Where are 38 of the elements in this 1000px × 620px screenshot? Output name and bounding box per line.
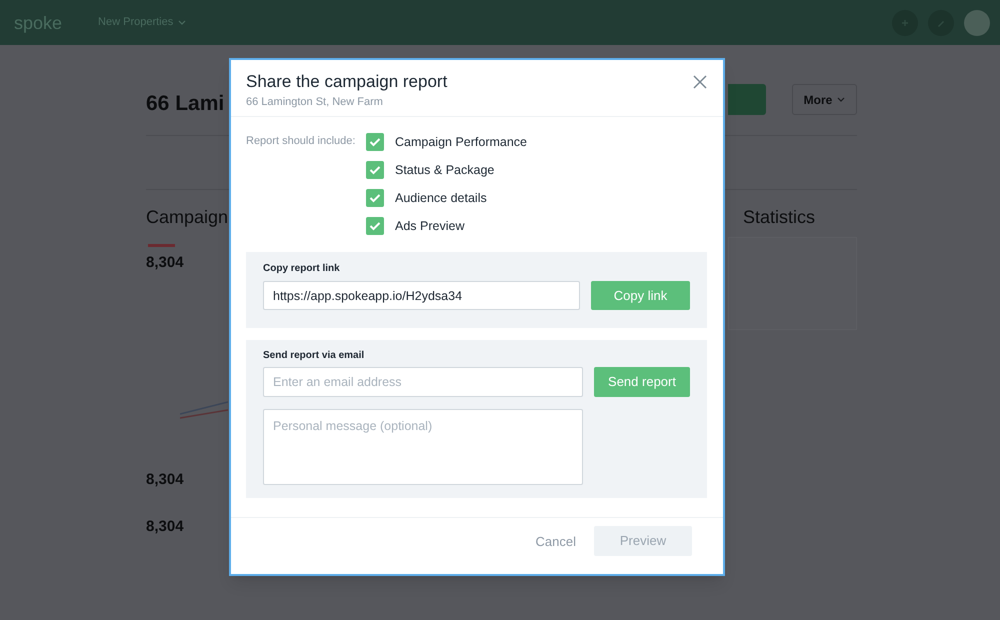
checkbox[interactable] xyxy=(366,161,384,179)
copy-link-button[interactable]: Copy link xyxy=(591,281,690,310)
caret-icon xyxy=(178,20,186,25)
email-field[interactable]: Enter an email address xyxy=(263,367,583,397)
checkbox[interactable] xyxy=(366,189,384,207)
checkbox[interactable] xyxy=(366,217,384,235)
line-chart-drawing xyxy=(180,400,228,420)
dialog-title: Share the campaign report xyxy=(246,71,448,93)
avatar-icon[interactable] xyxy=(964,10,990,36)
more-button[interactable]: More xyxy=(792,84,857,115)
close-icon[interactable] xyxy=(693,75,707,89)
section-heading: Statistics xyxy=(743,206,816,228)
field-label: Send report via email xyxy=(263,349,364,363)
checkmark-icon xyxy=(369,165,381,175)
metric-value: 8,304 xyxy=(146,471,184,489)
option-label: Ads Preview xyxy=(395,218,464,235)
legend-line xyxy=(148,244,175,247)
checkbox[interactable] xyxy=(366,133,384,151)
send-report-button[interactable]: Send report xyxy=(594,367,690,397)
plus-icon[interactable] xyxy=(892,10,918,36)
checkmark-icon xyxy=(369,193,381,203)
message-field[interactable]: Personal message (optional) xyxy=(263,409,583,485)
pencil-icon[interactable] xyxy=(928,10,954,36)
page-title: 66 Lami xyxy=(146,91,224,117)
option-label: Audience details xyxy=(395,190,487,207)
caret-icon xyxy=(837,97,846,102)
metric-value: 8,304 xyxy=(146,518,184,536)
checkmark-icon xyxy=(369,137,381,147)
option-label: Campaign Performance xyxy=(395,134,528,151)
checkmark-icon xyxy=(369,221,381,231)
field-label: Copy report link xyxy=(263,262,340,276)
link-field[interactable]: https://app.spokeapp.io/H2ydsa34 xyxy=(263,281,580,310)
option-label: Status & Package xyxy=(395,162,494,179)
include-label: Report should include: xyxy=(246,134,356,148)
metric-value: 8,304 xyxy=(146,254,184,272)
section-heading: Campaign xyxy=(146,206,228,228)
dialog-subtitle: 66 Lamington St, New Farm xyxy=(246,95,384,110)
cancel-button[interactable]: Cancel xyxy=(536,534,576,550)
